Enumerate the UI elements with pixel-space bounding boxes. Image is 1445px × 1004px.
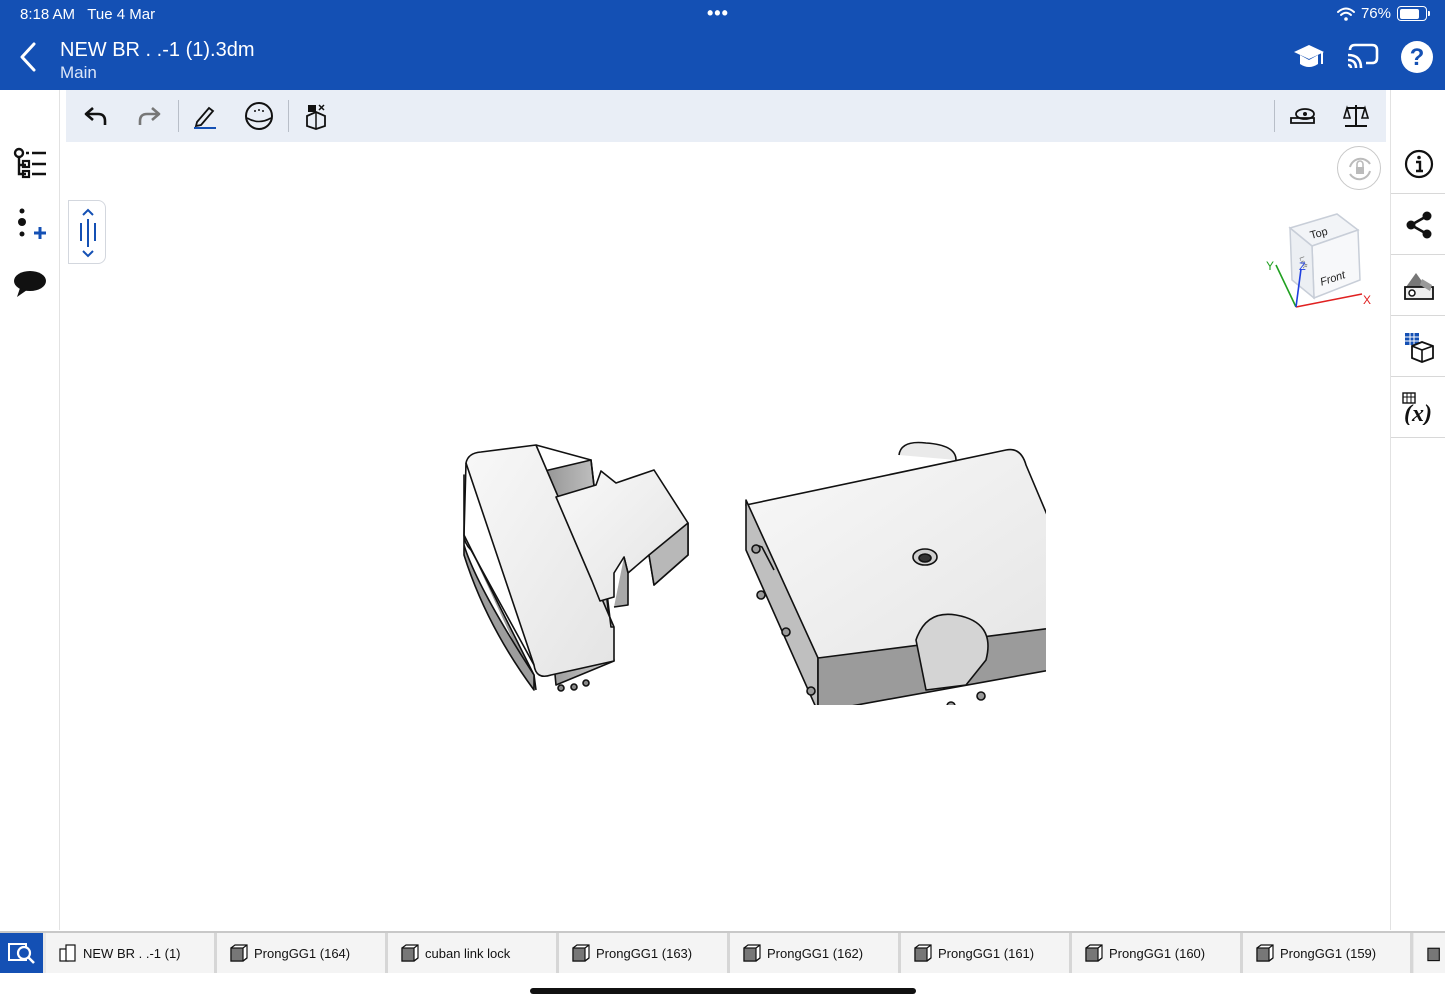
variables-button[interactable]: (x)	[1391, 378, 1445, 438]
toolbar-divider	[1274, 100, 1275, 132]
document-tab-label: NEW BR . .-1 (1)	[83, 945, 181, 961]
app-root: 8:18 AM Tue 4 Mar ••• 76% NEW BR . .-1 (…	[0, 0, 1445, 1004]
document-tab-label: ProngGG1 (161)	[938, 945, 1035, 961]
document-tab[interactable]: ProngGG1 (163)	[559, 933, 730, 973]
part-icon	[230, 944, 248, 962]
part-icon	[1256, 944, 1274, 962]
redo-icon	[138, 107, 161, 125]
toolbar-divider	[178, 100, 179, 132]
share-icon	[1406, 211, 1431, 238]
document-subtitle: Main	[60, 63, 97, 82]
undo-button[interactable]	[78, 98, 114, 134]
sketch-button[interactable]	[187, 98, 223, 134]
toolbar-divider	[288, 100, 289, 132]
add-mate-icon[interactable]	[12, 206, 48, 242]
document-tab[interactable]: ProngGG1 (161)	[901, 933, 1072, 973]
display-mode-icon	[306, 104, 326, 130]
back-chevron-icon[interactable]	[14, 40, 44, 74]
part-icon	[743, 944, 761, 962]
appearance-panel-button[interactable]	[1391, 256, 1445, 316]
document-tab-label: ProngGG1 (163)	[596, 945, 693, 961]
undo-icon	[84, 107, 107, 125]
document-tab-label: ProngGG1 (159)	[1280, 945, 1377, 961]
svg-text:?: ?	[1410, 44, 1425, 71]
z-axis-label: Z	[1299, 261, 1306, 273]
mass-properties-button[interactable]	[1338, 98, 1374, 134]
lock-housing-part[interactable]	[745, 441, 1046, 706]
document-tab[interactable]: ProngGG1 (164)	[217, 933, 388, 973]
balance-scale-icon	[1342, 105, 1370, 127]
document-tab-label: ProngGG1 (162)	[767, 945, 864, 961]
document-title: NEW BR . .-1 (1).3dm	[60, 39, 255, 61]
y-axis-label: Y	[1266, 259, 1274, 273]
bom-table-button[interactable]	[1391, 317, 1445, 377]
document-tab-label: cuban link lock	[425, 945, 511, 961]
part-icon	[401, 944, 419, 962]
part-icon	[1085, 944, 1103, 962]
variable-function-icon: (x)	[1401, 391, 1432, 425]
tab-search-icon	[7, 943, 35, 964]
appearance-icon	[1403, 272, 1434, 300]
pencil-icon	[194, 106, 216, 129]
assembly-icon	[59, 944, 76, 962]
document-tab-overflow[interactable]	[1414, 933, 1445, 973]
battery-fill	[1399, 8, 1419, 19]
expand-collapse-icon	[80, 208, 96, 258]
comments-icon[interactable]	[12, 266, 48, 302]
measure-button[interactable]	[1284, 98, 1320, 134]
document-tab-label: ProngGG1 (160)	[1109, 945, 1206, 961]
info-button[interactable]	[1391, 134, 1445, 194]
part-icon	[1427, 947, 1440, 962]
document-tab[interactable]: ProngGG1 (159)	[1243, 933, 1413, 973]
document-tab[interactable]: cuban link lock	[388, 933, 559, 973]
left-rail	[0, 90, 60, 930]
x-axis-label: X	[1363, 293, 1371, 307]
right-rail: (x)	[1390, 90, 1445, 930]
wifi-icon	[1336, 7, 1355, 21]
document-tab[interactable]: ProngGG1 (162)	[730, 933, 901, 973]
document-tab[interactable]: NEW BR . .-1 (1)	[46, 933, 217, 973]
battery-icon	[1397, 6, 1430, 21]
rotate-lock-icon	[1349, 157, 1371, 181]
redo-button[interactable]	[131, 98, 167, 134]
part-icon	[914, 944, 932, 962]
top-header: 8:18 AM Tue 4 Mar ••• 76% NEW BR . .-1 (…	[0, 0, 1445, 90]
view-orientation-button[interactable]	[241, 98, 277, 134]
display-mode-button[interactable]	[298, 98, 334, 134]
multitask-dots-icon[interactable]: •••	[707, 3, 729, 24]
status-indicators: 76%	[1336, 5, 1430, 22]
part-icon	[572, 944, 590, 962]
graphics-viewport[interactable]: Top Front Left X Y Z	[66, 90, 1386, 930]
status-time-text: 8:18 AM	[20, 6, 76, 23]
tape-measure-icon	[1290, 108, 1315, 124]
info-icon	[1404, 149, 1433, 178]
cad-model-render[interactable]	[456, 345, 1046, 705]
bom-table-icon	[1404, 332, 1434, 363]
view-cube[interactable]: Top Front Left X Y Z	[1262, 208, 1372, 318]
svg-text:(x): (x)	[1404, 401, 1432, 425]
status-time: 8:18 AM Tue 4 Mar	[20, 6, 155, 23]
tab-search-button[interactable]	[0, 933, 43, 973]
battery-percent: 76%	[1360, 5, 1391, 22]
document-tab-bar: NEW BR . .-1 (1) ProngGG1 (164) cuban link…	[0, 931, 1445, 973]
cast-connect-icon[interactable]	[1346, 40, 1380, 74]
document-tab-label: ProngGG1 (164)	[254, 945, 351, 961]
feature-tree-icon[interactable]	[12, 146, 48, 182]
x-axis-line	[1295, 293, 1363, 308]
status-date-text: Tue 4 Mar	[87, 6, 156, 23]
home-indicator[interactable]	[530, 988, 916, 994]
share-button[interactable]	[1391, 195, 1445, 255]
expand-panel-handle[interactable]	[68, 200, 106, 264]
lock-tongue-part[interactable]	[463, 444, 689, 692]
help-icon[interactable]: ?	[1400, 40, 1434, 74]
sphere-view-icon	[245, 102, 273, 130]
document-tab[interactable]: ProngGG1 (160)	[1072, 933, 1243, 973]
rotation-lock-button[interactable]	[1337, 146, 1381, 190]
viewport-toolbar	[66, 90, 1386, 142]
learning-center-icon[interactable]	[1292, 40, 1326, 74]
